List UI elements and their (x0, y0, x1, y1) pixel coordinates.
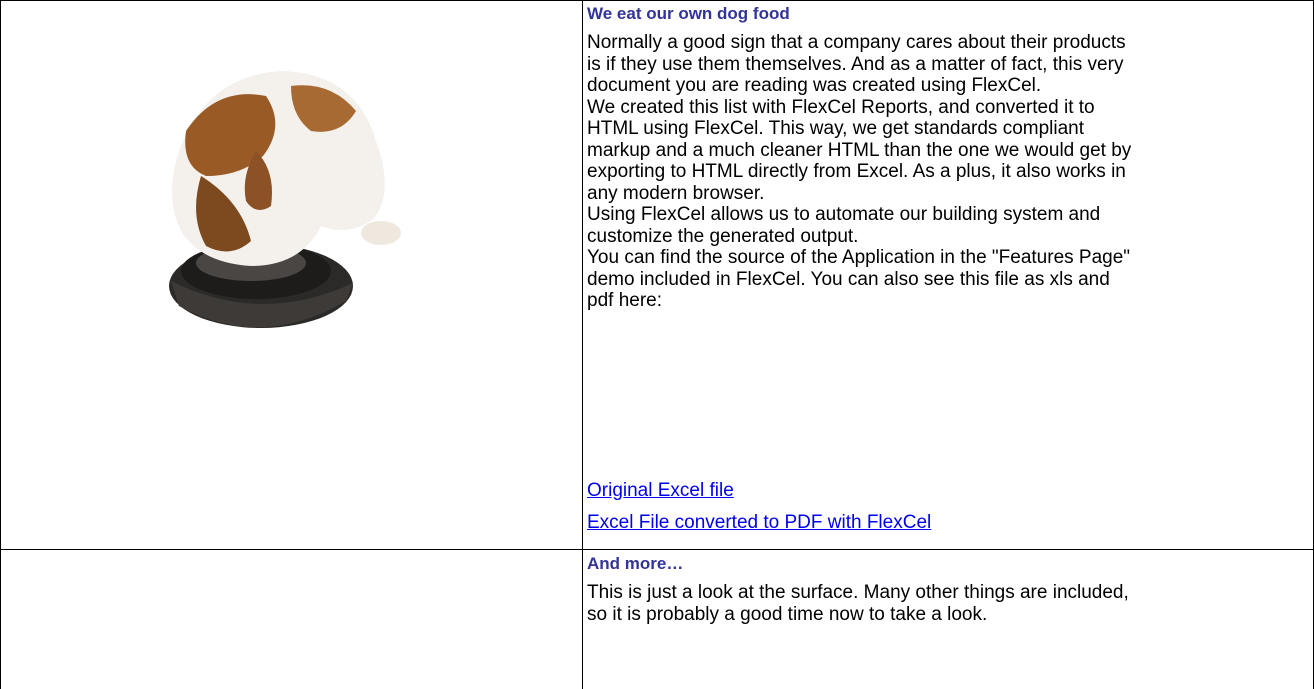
image-cell (1, 1, 582, 549)
section-heading-dog-food: We eat our own dog food (587, 4, 790, 23)
empty-cell (1, 550, 582, 689)
features-table: We eat our own dog food Normally a good … (0, 0, 1314, 689)
paragraph-4: You can find the source of the Applicati… (587, 247, 1131, 311)
section-dog-food: We eat our own dog food Normally a good … (587, 3, 1309, 312)
paragraph-2: We created this list with FlexCel Report… (587, 96, 1132, 204)
table-border-middle (582, 0, 583, 689)
puppy-eating-from-bowl-icon (169, 71, 401, 328)
paragraph-and-more: This is just a look at the surface. Many… (587, 582, 1129, 625)
paragraph-1: Normally a good sign that a company care… (587, 32, 1126, 96)
section-heading-and-more: And more… (587, 554, 684, 573)
download-links: Original Excel file Excel File converted… (587, 479, 1309, 535)
pdf-export-link[interactable]: Excel File converted to PDF with FlexCel (587, 511, 1309, 535)
original-excel-link[interactable]: Original Excel file (587, 479, 1309, 503)
section-and-more: And more… This is just a look at the sur… (587, 553, 1309, 625)
paragraph-3: Using FlexCel allows us to automate our … (587, 204, 1101, 247)
